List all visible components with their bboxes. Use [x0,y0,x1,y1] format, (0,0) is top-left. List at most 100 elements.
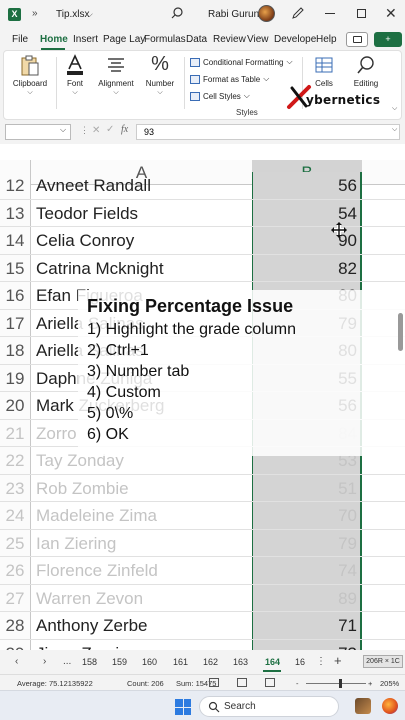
cancel-icon[interactable]: ✕ [92,125,100,136]
table-row[interactable]: 25 Ian Ziering 79 [0,529,405,557]
sheet-tab[interactable]: 161 [173,657,188,667]
cell-name[interactable]: Jiang Zemin [36,640,129,651]
alignment-group[interactable]: Alignment ⌵ [94,51,138,121]
status-count[interactable]: Count: 206 [127,679,164,688]
cell-name[interactable]: Florence Zinfeld [36,557,158,584]
sheet-tab[interactable]: 160 [142,657,157,667]
share-button[interactable]: + [374,32,402,47]
row-number[interactable]: 12 [0,172,31,199]
sheet-tab[interactable]: 158 [82,657,97,667]
format-as-table-button[interactable]: Format as Table ⌵ [190,74,269,84]
table-row[interactable]: 23 Rob Zombie 51 [0,474,405,502]
sheet-tab[interactable]: 163 [233,657,248,667]
cell-name[interactable]: Catrina Mcknight [36,255,164,282]
zoom-slider-handle[interactable] [339,679,342,688]
taskbar-search[interactable]: Search [199,696,339,717]
row-number[interactable]: 19 [0,364,31,391]
cell-grade[interactable]: 74 [252,557,362,584]
row-number[interactable]: 22 [0,447,31,474]
chevron-down-icon[interactable]: ⌵ [60,125,66,135]
sheet-tab[interactable]: 162 [203,657,218,667]
row-number[interactable]: 13 [0,199,31,226]
tab-data[interactable]: Data [186,34,207,45]
cell-styles-button[interactable]: Cell Styles ⌵ [190,91,250,101]
sheet-tab[interactable]: 159 [112,657,127,667]
table-row[interactable]: 26 Florence Zinfeld 74 [0,557,405,585]
table-row[interactable]: 24 Madeleine Zima 70 [0,502,405,530]
table-row[interactable]: 28 Anthony Zerbe 71 [0,612,405,640]
row-number[interactable]: 23 [0,474,31,501]
normal-view-icon[interactable] [209,678,219,687]
maximize-icon[interactable] [357,9,366,18]
cell-grade[interactable]: 70 [252,502,362,529]
add-sheet-button[interactable]: + [334,653,342,668]
row-number[interactable]: 25 [0,529,31,556]
cell-grade[interactable]: 89 [252,584,362,611]
tab-file[interactable]: File [12,34,28,45]
tab-developer[interactable]: Develope [274,34,316,45]
user-name[interactable]: Rabi Gurung [208,9,265,20]
table-row[interactable]: 15 Catrina Mcknight 82 [0,254,405,282]
row-number[interactable]: 14 [0,227,31,254]
number-group[interactable]: % Number ⌵ [140,51,180,121]
minimize-icon[interactable] [325,13,335,14]
row-number[interactable]: 15 [0,254,31,281]
tab-formulas[interactable]: Formulas [144,34,186,45]
cell-name[interactable]: Avneet Randall [36,172,151,199]
row-number[interactable]: 20 [0,392,31,419]
row-number[interactable]: 29 [0,639,31,650]
cell-name[interactable]: Madeleine Zima [36,502,157,529]
taskbar-app-icon[interactable] [355,698,371,714]
search-icon[interactable] [170,6,184,20]
page-layout-view-icon[interactable] [237,678,247,687]
tab-insert[interactable]: Insert [73,34,98,45]
zoom-in-button[interactable]: + [368,679,372,688]
tab-page-layout[interactable]: Page Lay [103,34,145,45]
file-name[interactable]: Tip.xlsx [56,9,90,20]
sheet-list-icon[interactable]: ⋮ [316,656,326,667]
cell-name[interactable]: Rob Zombie [36,475,129,502]
tab-view[interactable]: View [247,34,269,45]
cell-grade[interactable]: 51 [252,474,362,501]
page-break-view-icon[interactable] [265,678,275,687]
cell-grade[interactable]: 79 [252,529,362,556]
row-number[interactable]: 16 [0,282,31,309]
firefox-icon[interactable] [382,698,398,714]
chevron-down-icon[interactable]: ⌵ [392,126,397,134]
font-group[interactable]: Font ⌵ [58,51,92,121]
row-number[interactable]: 18 [0,337,31,364]
cell-name[interactable]: Anthony Zerbe [36,612,148,639]
confirm-icon[interactable]: ✓ [106,124,114,135]
tab-home[interactable]: Home [40,34,68,45]
row-number[interactable]: 17 [0,309,31,336]
cell-grade[interactable]: 73 [252,639,362,650]
insert-function-button[interactable]: fx [121,124,128,135]
cell-name[interactable]: Teodor Fields [36,200,138,227]
row-number[interactable]: 28 [0,612,31,639]
overflow-chevron-icon[interactable]: » [32,8,38,19]
avatar[interactable] [258,5,275,22]
table-row[interactable]: 12 Avneet Randall 56 [0,172,405,200]
cell-grade[interactable]: 56 [252,172,362,199]
row-number[interactable]: 24 [0,502,31,529]
cell-grade[interactable]: 71 [252,612,362,639]
zoom-out-button[interactable]: - [296,679,299,688]
windows-start-icon[interactable] [175,699,191,715]
sheet-tab[interactable]: 16 [295,657,305,667]
prev-sheet-icon[interactable]: ‹ [15,656,18,667]
cell-name[interactable]: Zorro [36,420,77,447]
chevron-down-icon[interactable]: ⌵ [86,9,93,20]
comments-button[interactable] [346,32,368,47]
status-average[interactable]: Average: 75.12135922 [17,679,93,688]
zoom-level[interactable]: 205% [380,679,399,688]
close-icon[interactable]: ✕ [385,5,397,22]
zoom-slider[interactable] [306,683,366,684]
table-row[interactable]: 29 Jiang Zemin 73 [0,639,405,651]
next-sheet-icon[interactable]: › [43,656,46,667]
row-number[interactable]: 21 [0,419,31,446]
tab-review[interactable]: Review [213,34,246,45]
cell-name[interactable]: Warren Zevon [36,585,143,612]
conditional-formatting-button[interactable]: Conditional Formatting ⌵ [190,57,293,67]
row-number[interactable]: 26 [0,557,31,584]
sheet-tab-active[interactable]: 164 [265,657,280,667]
